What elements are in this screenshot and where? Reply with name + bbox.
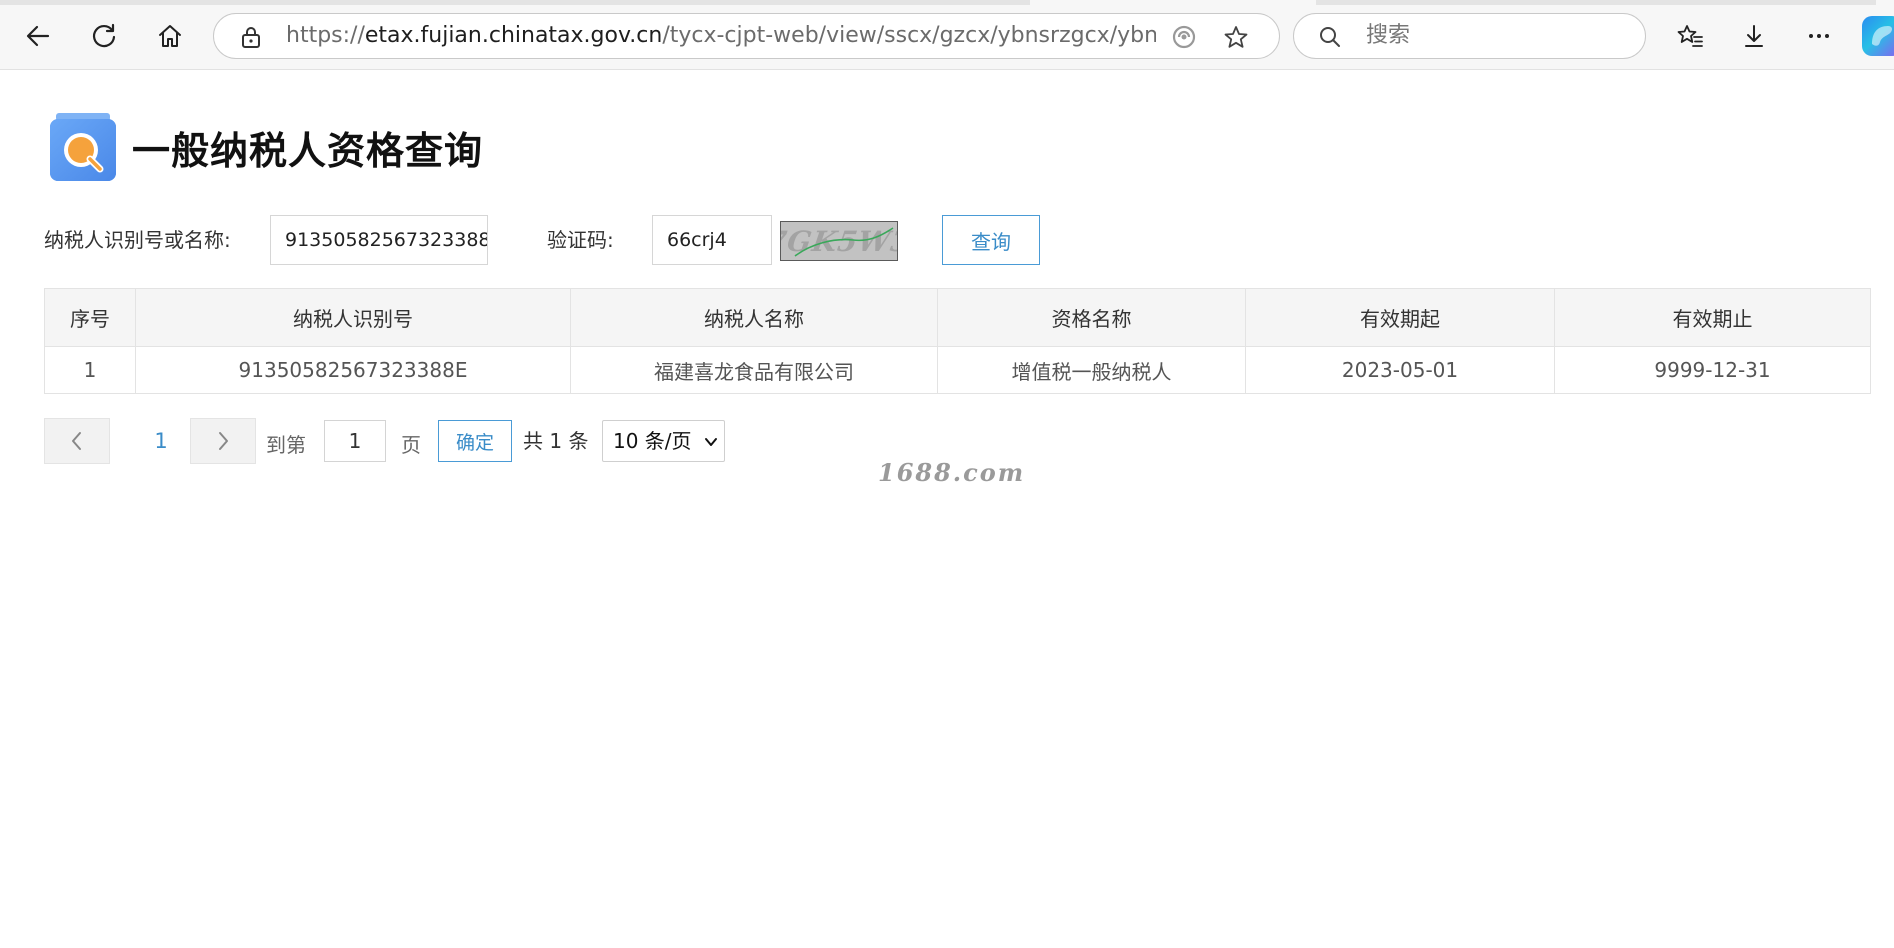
next-page-button[interactable]	[190, 418, 256, 464]
chevron-down-icon	[705, 438, 717, 446]
more-dots-icon	[1809, 34, 1829, 38]
goto-page-input[interactable]: 1	[324, 420, 386, 462]
refresh-icon	[92, 23, 116, 48]
captcha-image[interactable]: 7GK5W3	[780, 221, 898, 261]
back-button[interactable]	[16, 14, 60, 58]
favorites-list-icon	[1677, 25, 1703, 47]
taxpayer-id-input[interactable]: 91350582567323388E	[270, 215, 488, 265]
column-header-taxpayer-name: 纳税人名称	[570, 288, 938, 347]
column-header-taxpayer-id: 纳税人识别号	[135, 288, 571, 347]
tab-strip-edge	[1316, 0, 1876, 5]
captcha-label: 验证码:	[547, 228, 614, 252]
home-icon	[159, 25, 181, 47]
copilot-icon	[1872, 26, 1892, 46]
query-button[interactable]: 查询	[942, 215, 1040, 265]
browser-toolbar: https://etax.fujian.chinatax.gov.cn/tycx…	[0, 0, 1894, 70]
search-placeholder: 搜索	[1366, 23, 1411, 48]
cell-valid-to: 9999-12-31	[1554, 346, 1871, 394]
taxpayer-label: 纳税人识别号或名称:	[44, 228, 231, 252]
favorites-button[interactable]	[1668, 14, 1712, 58]
cell-valid-from: 2023-05-01	[1245, 346, 1555, 394]
chevron-right-icon	[219, 432, 228, 450]
goto-prefix-label: 到第	[266, 433, 306, 457]
read-aloud-icon[interactable]	[1171, 24, 1197, 50]
url-path: /tycx-cjpt-web/view/sscx/gzcx/ybnsrzgcx/…	[662, 23, 1156, 48]
cell-qualification: 增值税一般纳税人	[937, 346, 1246, 394]
page-title: 一般纳税人资格查询	[132, 128, 484, 173]
page-content: 一般纳税人资格查询 纳税人识别号或名称: 91350582567323388E …	[0, 71, 1894, 948]
cell-taxpayer-name: 福建喜龙食品有限公司	[570, 346, 938, 394]
captcha-input[interactable]: 66crj4	[652, 215, 772, 265]
page-number-current[interactable]: 1	[144, 418, 178, 464]
pagination: 1 到第 1 页 确定 共 1 条 10 条/页	[44, 418, 744, 464]
cell-taxpayer-id: 91350582567323388E	[135, 346, 571, 394]
page-header: 一般纳税人资格查询	[48, 111, 483, 183]
address-bar[interactable]: https://etax.fujian.chinatax.gov.cn/tycx…	[213, 13, 1280, 59]
url-scheme: https://	[286, 23, 365, 48]
browser-search-box[interactable]: 搜索	[1293, 13, 1646, 59]
table-header-row: 序号 纳税人识别号 纳税人名称 资格名称 有效期起 有效期止	[44, 288, 1871, 347]
result-table: 序号 纳税人识别号 纳税人名称 资格名称 有效期起 有效期止 1 9135058…	[44, 288, 1871, 394]
search-icon	[1320, 27, 1340, 47]
copilot-button[interactable]	[1862, 16, 1894, 56]
table-row: 1 91350582567323388E 福建喜龙食品有限公司 增值税一般纳税人…	[44, 346, 1871, 394]
downloads-button[interactable]	[1732, 14, 1776, 58]
home-button[interactable]	[148, 14, 192, 58]
watermark-text: 1688.com	[878, 458, 1026, 487]
tab-strip-edge	[0, 0, 1030, 5]
download-icon	[1745, 25, 1763, 47]
prev-page-button[interactable]	[44, 418, 110, 464]
chevron-left-icon	[72, 432, 81, 450]
favorite-star-icon[interactable]	[1223, 24, 1249, 50]
cell-index: 1	[44, 346, 136, 394]
page-size-select[interactable]: 10 条/页	[602, 420, 725, 462]
column-header-valid-to: 有效期止	[1554, 288, 1871, 347]
column-header-qualification: 资格名称	[937, 288, 1246, 347]
query-form: 纳税人识别号或名称: 91350582567323388E 验证码: 66crj…	[44, 215, 1144, 265]
lock-icon[interactable]	[240, 25, 262, 49]
more-menu-button[interactable]	[1797, 14, 1841, 58]
goto-suffix-label: 页	[401, 433, 421, 457]
page-size-value: 10 条/页	[613, 429, 692, 453]
back-arrow-icon	[26, 25, 50, 47]
column-header-valid-from: 有效期起	[1245, 288, 1555, 347]
refresh-button[interactable]	[82, 14, 126, 58]
query-logo-icon	[48, 111, 118, 183]
total-count-text: 共 1 条	[523, 429, 589, 453]
goto-confirm-button[interactable]: 确定	[438, 420, 512, 462]
url-host: etax.fujian.chinatax.gov.cn	[364, 23, 663, 48]
url-text[interactable]: https://etax.fujian.chinatax.gov.cn/tycx…	[286, 14, 1156, 58]
column-header-index: 序号	[44, 288, 136, 347]
